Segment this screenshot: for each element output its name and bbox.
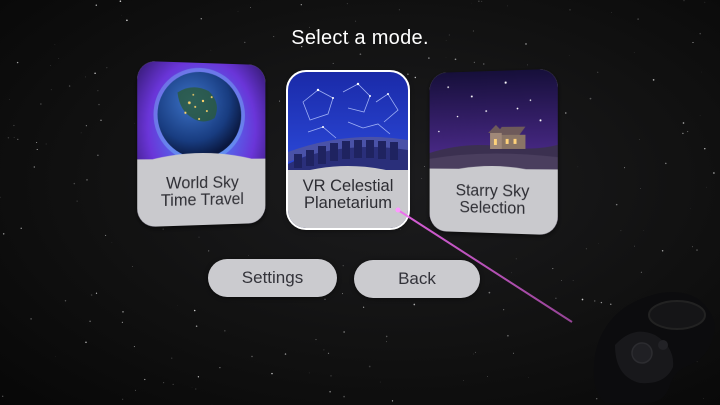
- laser-cursor-dot: [395, 207, 401, 213]
- vr-controller-icon: [593, 292, 715, 403]
